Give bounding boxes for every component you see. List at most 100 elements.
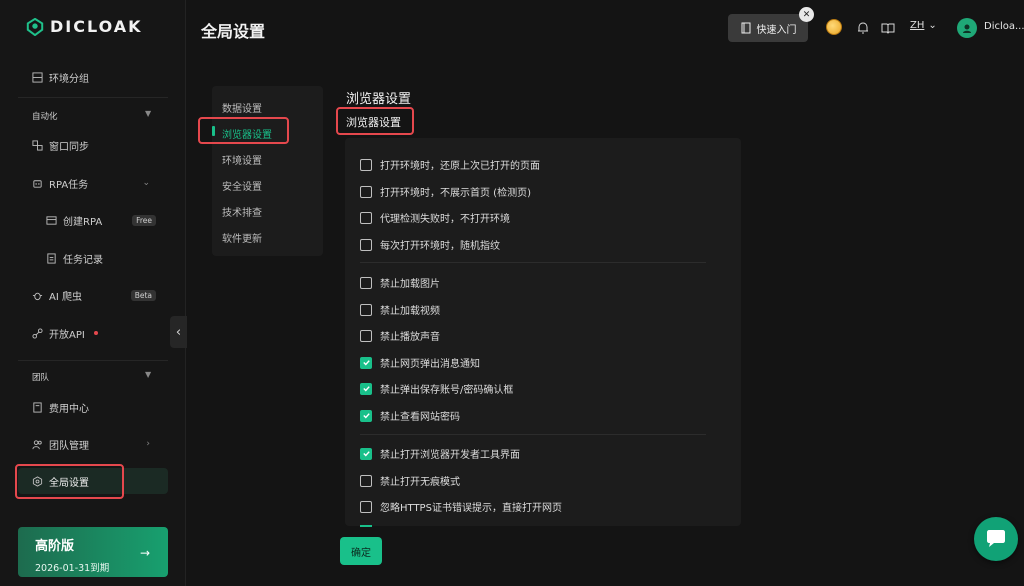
caret-down-icon[interactable]: ▼ [145,109,151,118]
robot-icon [32,178,43,189]
sidebar-item-billing[interactable]: 费用中心 [18,394,168,420]
option-hide-homepage[interactable]: 打开环境时，不展示首页 (检测页) [360,184,531,199]
option-label: 禁止播放声音 [380,332,440,343]
checkbox-checked[interactable] [360,356,372,369]
checkbox[interactable] [360,211,372,224]
settings-nav-troubleshoot[interactable]: 技术排查 [222,204,262,219]
option-label: 打开环境时，还原上次已打开的页面 [380,161,540,172]
option-label: 打开环境时，不展示首页 (检测页) [380,188,531,199]
section-automation: 自动化 [32,112,58,122]
highlight-browser-settings-heading [336,107,414,135]
grid-icon [32,71,43,83]
close-icon[interactable]: ✕ [799,7,814,22]
sidebar-item-task-records[interactable]: 任务记录 [18,245,168,271]
free-badge: Free [132,214,156,226]
sidebar-item-team-manage[interactable]: 团队管理 › [18,431,168,457]
divider [360,262,706,263]
sidebar-item-label: AI 爬虫 [49,291,82,303]
quick-start-label: 快速入门 [756,24,797,36]
chevron-down-icon: ⌄ [142,178,150,188]
option-label: 禁止加载图片 [380,279,440,290]
sidebar-item-label: 环境分组 [49,73,89,85]
option-label: 禁止查看网站密码 [380,412,460,423]
sidebar-item-label: 费用中心 [49,403,89,415]
sidebar-item-label: 任务记录 [63,254,103,266]
sidebar-item-window-sync[interactable]: 窗口同步 [18,132,168,158]
checkbox[interactable] [360,185,372,198]
option-label: 禁止打开无痕模式 [380,477,460,488]
arrow-right-icon: → [139,546,150,560]
users-icon [32,439,43,450]
option-block-images[interactable]: 禁止加载图片 [360,275,440,290]
scroll-overflow-hint [360,525,372,527]
checkbox-checked[interactable] [360,382,372,395]
chat-button[interactable] [974,517,1018,561]
option-proxy-fail-block[interactable]: 代理检测失败时，不打开环境 [360,210,510,225]
sidebar-item-create-rpa[interactable]: 创建RPA Free [18,207,168,233]
check-icon [362,360,370,366]
checkbox[interactable] [360,303,372,316]
option-restore-pages[interactable]: 打开环境时，还原上次已打开的页面 [360,157,540,172]
plan-card[interactable]: 高阶版 2026-01-31到期 → [18,527,168,577]
content-title: 浏览器设置 [346,92,412,107]
settings-nav-data[interactable]: 数据设置 [222,100,262,115]
settings-nav-security[interactable]: 安全设置 [222,178,262,193]
user-name[interactable]: Dicloa... [984,21,1024,32]
sidebar-item-label: RPA任务 [49,179,89,191]
book-icon [741,22,750,34]
option-block-devtools[interactable]: 禁止打开浏览器开发者工具界面 [360,446,520,461]
sidebar-item-label: 创建RPA [63,216,103,228]
option-block-save-password[interactable]: 禁止弹出保存账号/密码确认框 [360,381,513,396]
checkbox-checked[interactable] [360,409,372,422]
checkbox[interactable] [360,276,372,289]
language-selector[interactable]: ZH ⌄ [910,20,937,31]
section-team: 团队 [32,373,50,383]
bug-icon [32,290,43,301]
confirm-button[interactable]: 确定 [340,537,382,565]
sidebar-item-ai-crawler[interactable]: AI 爬虫 Beta [18,282,168,308]
divider [18,97,168,98]
check-icon [362,386,370,392]
user-avatar-icon [963,24,971,33]
caret-down-icon[interactable]: ▼ [145,370,151,379]
option-label: 代理检测失败时，不打开环境 [380,214,510,225]
checkbox-checked[interactable] [360,447,372,460]
book-open-icon[interactable] [880,20,895,35]
dicloak-logo-icon [26,17,44,36]
document-icon [46,252,57,264]
option-block-video[interactable]: 禁止加载视频 [360,302,440,317]
sidebar-item-env-group[interactable]: 环境分组 [18,64,168,90]
checkbox[interactable] [360,474,372,487]
divider [360,434,706,435]
beta-badge: Beta [130,289,156,301]
collapse-sidebar-button[interactable]: ‹ [170,316,187,348]
checkbox[interactable] [360,500,372,513]
checkbox[interactable] [360,158,372,171]
sidebar-item-label: 开放API [49,329,85,341]
sidebar-item-label: 窗口同步 [49,141,89,153]
settings-nav-update[interactable]: 软件更新 [222,230,262,245]
option-ignore-https-errors[interactable]: 忽略HTTPS证书错误提示，直接打开网页 [360,499,562,514]
option-block-notifications[interactable]: 禁止网页弹出消息通知 [360,355,480,370]
option-block-sound[interactable]: 禁止播放声音 [360,328,440,343]
option-random-fingerprint[interactable]: 每次打开环境时，随机指纹 [360,237,500,252]
quick-start-button[interactable]: 快速入门 [728,14,808,42]
link-icon [32,327,43,339]
option-block-incognito[interactable]: 禁止打开无痕模式 [360,473,460,488]
avatar[interactable] [957,18,977,38]
brand-name: DICLOAK [50,17,143,36]
checkbox[interactable] [360,329,372,342]
check-icon [362,413,370,419]
checkbox[interactable] [360,238,372,251]
coin-icon[interactable] [826,19,842,35]
chat-bubble-icon [987,530,1005,547]
brand-logo[interactable]: DICLOAK [26,17,143,36]
bell-icon[interactable] [855,20,870,35]
option-block-view-password[interactable]: 禁止查看网站密码 [360,408,460,423]
settings-nav-environment[interactable]: 环境设置 [222,152,262,167]
option-label: 禁止弹出保存账号/密码确认框 [380,385,514,396]
highlight-browser-settings-nav [198,117,289,144]
sidebar-item-open-api[interactable]: 开放API [18,320,168,346]
sidebar-item-rpa-tasks[interactable]: RPA任务 ⌄ [18,170,168,196]
invoice-icon [32,401,43,413]
